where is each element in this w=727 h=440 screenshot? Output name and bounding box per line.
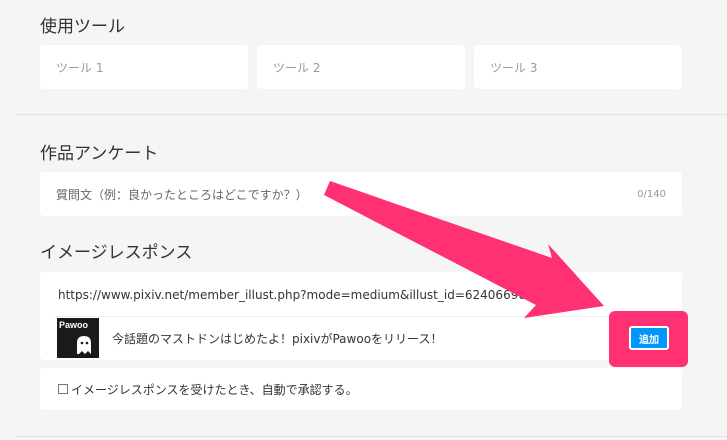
survey-question-placeholder: 質問文（例：良かったところはどこですか？）: [56, 187, 308, 202]
response-row-divider: [54, 316, 668, 317]
tool-input-1-placeholder: ツール 1: [56, 60, 104, 75]
auto-approve-label: イメージレスポンスを受けたとき、自動で承認する。: [71, 382, 358, 397]
auto-approve-row[interactable]: イメージレスポンスを受けたとき、自動で承認する。: [40, 368, 682, 410]
image-response-section-title: イメージレスポンス: [40, 243, 193, 263]
add-button[interactable]: 追加: [629, 326, 669, 350]
tool-input-2-placeholder: ツール 2: [273, 60, 321, 75]
section-divider: [15, 114, 727, 115]
response-url[interactable]: https://www.pixiv.net/member_illust.php?…: [58, 288, 526, 302]
tool-input-3[interactable]: ツール 3: [474, 45, 682, 89]
bottom-divider: [15, 436, 727, 437]
tool-input-3-placeholder: ツール 3: [490, 60, 538, 75]
survey-question-input[interactable]: 質問文（例：良かったところはどこですか？） 0/140: [40, 172, 682, 216]
image-response-box: https://www.pixiv.net/member_illust.php?…: [40, 272, 682, 360]
auto-approve-checkbox[interactable]: [58, 384, 68, 394]
tools-section-title: 使用ツール: [40, 17, 125, 37]
ghost-icon: [77, 336, 91, 354]
tool-input-2[interactable]: ツール 2: [257, 45, 465, 89]
response-preview-text: 今話題のマストドンはじめたよ！pixivがPawooをリリース！: [112, 332, 443, 346]
tool-input-1[interactable]: ツール 1: [40, 45, 248, 89]
survey-section-title: 作品アンケート: [40, 144, 159, 164]
character-counter: 0/140: [637, 188, 666, 200]
pawoo-thumbnail: Pawoo: [57, 318, 99, 358]
pawoo-logo-text: Pawoo: [59, 320, 89, 330]
